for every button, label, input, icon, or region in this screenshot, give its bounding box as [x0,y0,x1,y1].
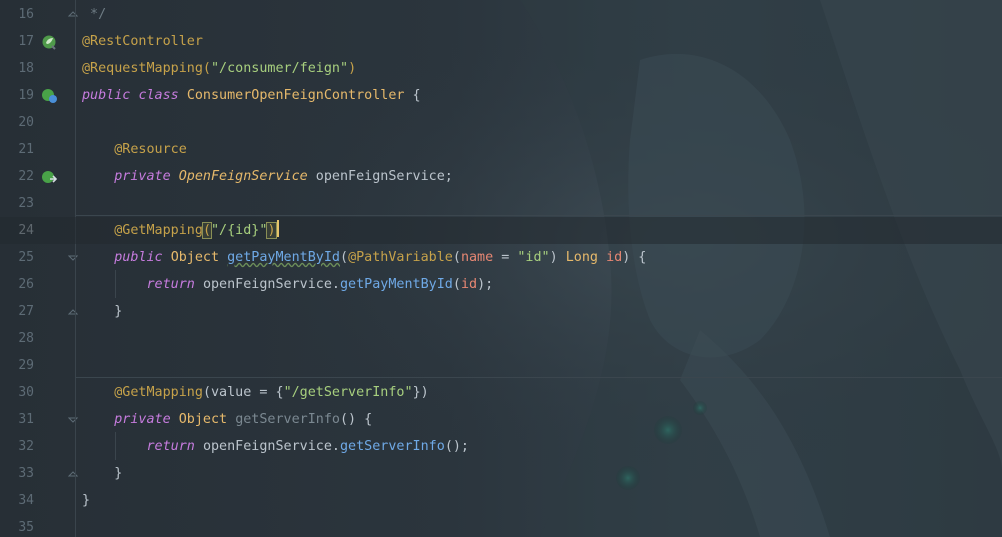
method-call: getServerInfo [340,439,445,454]
annotation-args: (value = { [202,385,284,400]
string-literal: "id" [517,250,550,265]
code-line: @RestController [0,28,1002,55]
attribute-name: name [460,250,494,265]
paren-token: ) [348,61,357,76]
code-line-current: @GetMapping("/{id}") [0,217,1002,244]
code-line: @RequestMapping("/consumer/feign") [0,55,1002,82]
brace-token: } [114,466,123,481]
code-line: public class ConsumerOpenFeignController… [0,82,1002,109]
method-call: getPayMentById [340,277,453,292]
matched-paren: ( [201,222,213,239]
code-line: private OpenFeignService openFeignServic… [0,163,1002,190]
code-line: public Object getPayMentById(@PathVariab… [114,250,647,265]
code-line: private Object getServerInfo() { [114,412,373,427]
code-line: return openFeignService.getServerInfo(); [146,439,470,454]
string-literal: "/getServerInfo" [283,385,413,400]
brace-token: } [82,493,91,508]
type-name: OpenFeignService [178,169,308,184]
keyword-token: private [114,169,171,184]
keyword-token: private [114,412,171,427]
keyword-token: public [82,88,131,103]
string-literal: "/consumer/feign" [211,61,349,76]
code-line: @GetMapping(value = {"/getServerInfo"}) [114,385,429,400]
code-line: } [0,460,1002,487]
code-line: } [0,487,1002,514]
annotation-token: @GetMapping [114,385,203,400]
brace-token: { [404,88,421,103]
keyword-token: class [138,88,179,103]
annotation-token: @PathVariable [348,250,453,265]
method-separator [76,215,1002,216]
method-name: getPayMentById [227,250,340,265]
comment-text: */ [82,7,107,22]
type-name: Object [178,412,228,427]
field-declaration: openFeignService; [307,169,453,184]
code-line: @Resource [0,136,1002,163]
code-line: */ [0,1,1002,28]
string-literal: "/{id}" [211,223,268,238]
annotation-token: @GetMapping [114,223,203,238]
code-line: return openFeignService.getPayMentById(i… [146,277,494,292]
annotation-token: @RestController [82,34,203,49]
code-line: } [0,298,1002,325]
annotation-token: @Resource [114,142,187,157]
type-name: Object [170,250,220,265]
method-name: getServerInfo [235,412,340,427]
type-name: Long [565,250,598,265]
matched-paren: ) [266,222,277,239]
method-separator [76,377,1002,378]
object-ref: openFeignService. [202,439,340,454]
keyword-token: return [146,439,195,454]
code-editor[interactable]: 16 17 18 19 20 21 22 23 24 25 26 27 28 2… [0,0,1002,537]
parameter-name: id [606,250,623,265]
class-name: ConsumerOpenFeignController [186,88,405,103]
keyword-token: return [146,277,195,292]
annotation-token: @RequestMapping( [82,61,211,76]
object-ref: openFeignService. [202,277,340,292]
brace-token: } [114,304,123,319]
keyword-token: public [114,250,163,265]
parameter-name: id [460,277,478,292]
text-caret [276,220,279,237]
